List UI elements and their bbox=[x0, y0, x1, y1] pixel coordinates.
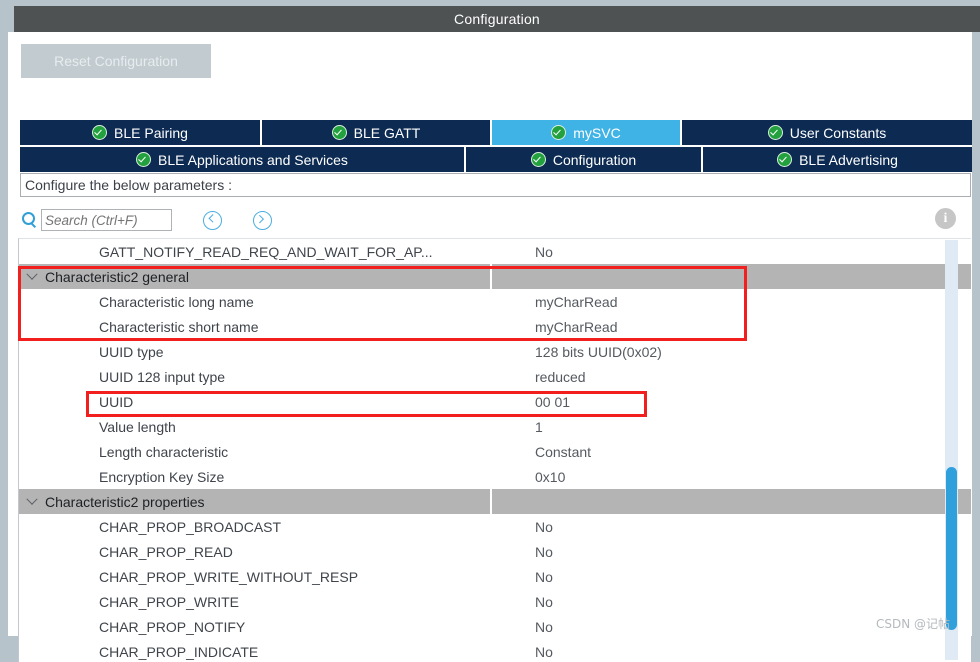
property-name: UUID bbox=[99, 393, 134, 410]
property-row[interactable]: CHAR_PROP_NOTIFY No bbox=[19, 614, 971, 639]
property-row[interactable]: CHAR_PROP_INDICATE No bbox=[19, 639, 971, 662]
window-titlebar: Configuration bbox=[14, 6, 980, 32]
property-row[interactable]: Value length 1 bbox=[19, 414, 971, 439]
check-circle-icon bbox=[551, 125, 567, 140]
tab-label: BLE GATT bbox=[353, 124, 421, 141]
tab-row-2: BLE Applications and Services Configurati… bbox=[20, 147, 972, 172]
tab-label: BLE Advertising bbox=[799, 151, 898, 168]
property-group-row[interactable]: Characteristic2 properties bbox=[19, 489, 971, 514]
property-value[interactable]: 0x10 bbox=[526, 469, 971, 485]
watermark: CSDN @记帖 bbox=[875, 617, 950, 631]
property-name: Characteristic short name bbox=[99, 318, 259, 335]
tab-strip: BLE Pairing BLE GATT mySVC User Constants B… bbox=[20, 120, 972, 174]
property-value[interactable]: No bbox=[526, 519, 971, 535]
chevron-down-icon[interactable] bbox=[19, 268, 45, 281]
property-grid[interactable]: GATT_NOTIFY_READ_REQ_AND_WAIT_FOR_AP... N… bbox=[18, 238, 971, 662]
property-name: UUID type bbox=[99, 343, 164, 360]
search-icon bbox=[20, 211, 38, 229]
tab-configuration[interactable]: Configuration bbox=[466, 147, 703, 172]
property-name: Encryption Key Size bbox=[99, 468, 225, 485]
info-icon[interactable]: i bbox=[935, 208, 956, 229]
page-title: Configuration bbox=[454, 11, 540, 27]
tab-label: Configuration bbox=[552, 151, 637, 168]
property-value[interactable]: myCharRead bbox=[526, 319, 971, 335]
chevron-right-circle-icon[interactable] bbox=[253, 210, 272, 230]
tab-mysvc[interactable]: mySVC bbox=[492, 120, 682, 145]
property-name: Value length bbox=[99, 418, 176, 435]
search-toolbar bbox=[20, 207, 971, 233]
property-row[interactable]: UUID 128 input type reduced bbox=[19, 364, 971, 389]
property-row[interactable]: UUID 00 01 bbox=[19, 389, 971, 414]
check-circle-icon bbox=[92, 125, 108, 140]
configuration-panel: Reset Configuration BLE Pairing BLE GATT m… bbox=[8, 32, 972, 662]
property-name: CHAR_PROP_READ bbox=[99, 543, 233, 560]
instruction-text: Configure the below parameters : bbox=[25, 177, 232, 193]
property-name: Characteristic2 general bbox=[45, 268, 189, 285]
tab-ble-advertising[interactable]: BLE Advertising bbox=[703, 147, 972, 172]
property-name: CHAR_PROP_WRITE_WITHOUT_RESP bbox=[99, 568, 359, 585]
property-value[interactable]: myCharRead bbox=[526, 294, 971, 310]
tab-label: mySVC bbox=[573, 124, 621, 141]
property-value[interactable]: No bbox=[526, 644, 971, 660]
property-row[interactable]: CHAR_PROP_BROADCAST No bbox=[19, 514, 971, 539]
property-value[interactable]: reduced bbox=[526, 369, 971, 385]
tab-label: BLE Pairing bbox=[114, 124, 188, 141]
property-name: Length characteristic bbox=[99, 443, 229, 460]
property-value[interactable]: 00 01 bbox=[526, 394, 971, 410]
check-circle-icon bbox=[136, 152, 152, 167]
property-name: Characteristic long name bbox=[99, 293, 254, 310]
property-name: CHAR_PROP_WRITE bbox=[99, 593, 240, 610]
property-value[interactable]: Constant bbox=[526, 444, 971, 460]
tab-ble-pairing[interactable]: BLE Pairing bbox=[20, 120, 262, 145]
property-group-row[interactable]: Characteristic2 general bbox=[19, 264, 971, 289]
column-separator bbox=[490, 264, 492, 289]
property-value[interactable]: 1 bbox=[526, 419, 971, 435]
property-row[interactable]: Encryption Key Size 0x10 bbox=[19, 464, 971, 489]
chevron-left-circle-icon[interactable] bbox=[203, 210, 222, 230]
property-value[interactable]: No bbox=[526, 569, 971, 585]
property-value[interactable]: No bbox=[526, 594, 971, 610]
vertical-scrollbar-thumb[interactable] bbox=[946, 467, 957, 630]
tab-ble-gatt[interactable]: BLE GATT bbox=[262, 120, 492, 145]
property-row[interactable]: UUID type 128 bits UUID(0x02) bbox=[19, 339, 971, 364]
tab-label: User Constants bbox=[789, 124, 887, 141]
tab-user-constants[interactable]: User Constants bbox=[682, 120, 972, 145]
property-name: GATT_NOTIFY_READ_REQ_AND_WAIT_FOR_AP... bbox=[99, 243, 433, 260]
vertical-scrollbar-track[interactable] bbox=[945, 240, 958, 660]
property-row[interactable]: CHAR_PROP_READ No bbox=[19, 539, 971, 564]
tab-ble-applications-and-services[interactable]: BLE Applications and Services bbox=[20, 147, 466, 172]
check-circle-icon bbox=[767, 125, 783, 140]
property-row[interactable]: Length characteristic Constant bbox=[19, 439, 971, 464]
check-circle-icon bbox=[777, 152, 793, 167]
chevron-down-icon[interactable] bbox=[19, 493, 45, 506]
property-row[interactable]: CHAR_PROP_WRITE_WITHOUT_RESP No bbox=[19, 564, 971, 589]
property-name: CHAR_PROP_NOTIFY bbox=[99, 618, 246, 635]
property-value[interactable]: No bbox=[526, 544, 971, 560]
property-row[interactable]: Characteristic long name myCharRead bbox=[19, 289, 971, 314]
check-circle-icon bbox=[530, 152, 546, 167]
instruction-bar: Configure the below parameters : bbox=[20, 173, 971, 197]
property-value[interactable]: No bbox=[526, 244, 971, 260]
property-row[interactable]: CHAR_PROP_WRITE No bbox=[19, 589, 971, 614]
tab-label: BLE Applications and Services bbox=[158, 151, 348, 168]
property-name: Characteristic2 properties bbox=[45, 493, 205, 510]
property-name: UUID 128 input type bbox=[99, 368, 226, 385]
property-name: CHAR_PROP_INDICATE bbox=[99, 643, 259, 660]
property-row[interactable]: Characteristic short name myCharRead bbox=[19, 314, 971, 339]
tab-row-1: BLE Pairing BLE GATT mySVC User Constants bbox=[20, 120, 972, 145]
property-row[interactable]: GATT_NOTIFY_READ_REQ_AND_WAIT_FOR_AP... N… bbox=[19, 239, 971, 264]
check-circle-icon bbox=[331, 125, 347, 140]
property-value[interactable]: 128 bits UUID(0x02) bbox=[526, 344, 971, 360]
column-separator bbox=[490, 489, 492, 514]
property-name: CHAR_PROP_BROADCAST bbox=[99, 518, 282, 535]
reset-configuration-button[interactable]: Reset Configuration bbox=[21, 44, 211, 78]
search-input[interactable] bbox=[41, 209, 172, 231]
